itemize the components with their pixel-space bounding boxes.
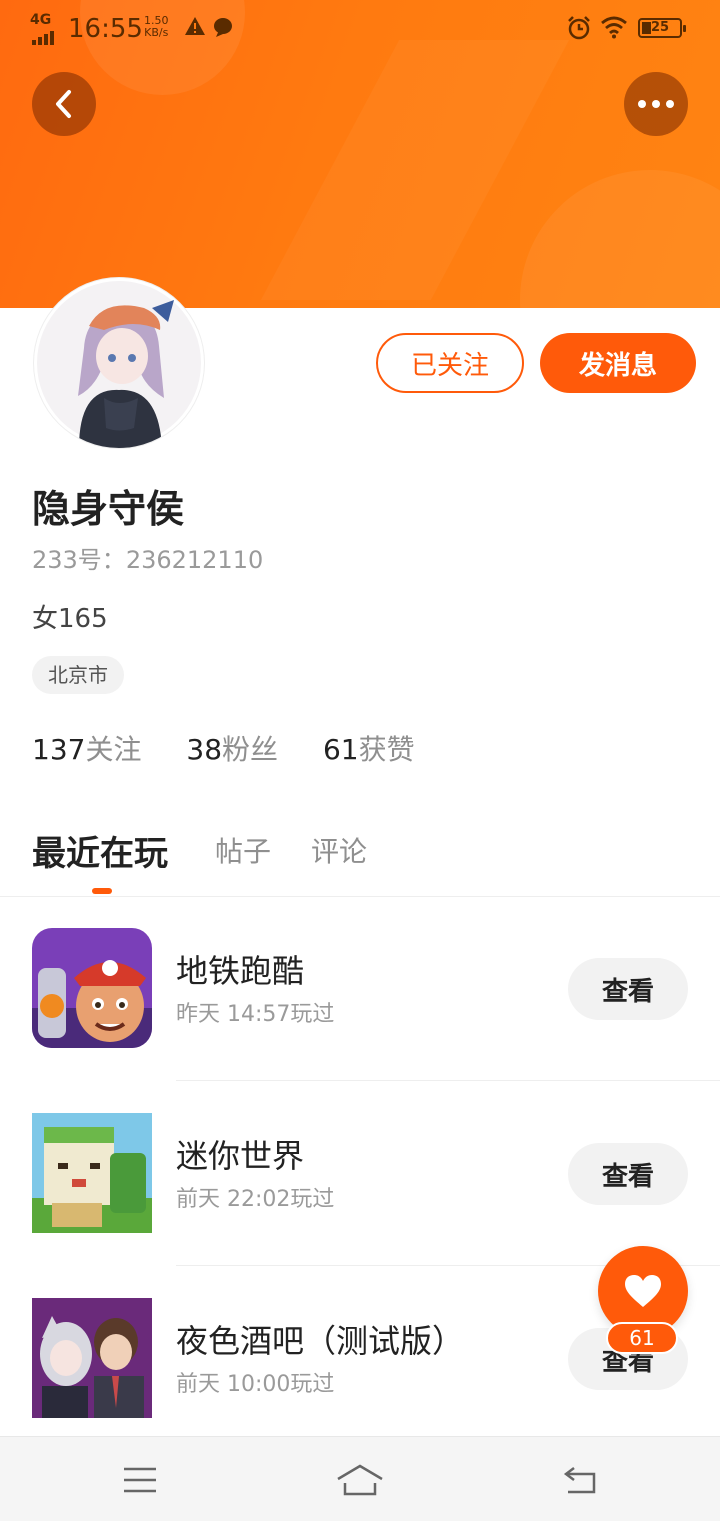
signal-icon	[32, 26, 56, 45]
followed-button[interactable]: 已关注	[376, 333, 524, 393]
tab-indicator	[92, 888, 112, 894]
message-icon	[212, 16, 234, 42]
avatar[interactable]	[34, 278, 204, 448]
tab-posts[interactable]: 帖子	[215, 830, 271, 870]
banner-decoration	[520, 170, 720, 308]
tab-recently-played[interactable]: 最近在玩	[32, 826, 168, 875]
status-bar: 4G 16:55 1.50 KB/s 25	[0, 0, 720, 56]
view-button[interactable]: 查看	[568, 1143, 688, 1205]
tab-comments[interactable]: 评论	[311, 830, 367, 870]
last-played-time: 前天 22:02玩过	[176, 1187, 335, 1212]
back-button[interactable]	[32, 72, 96, 136]
stat-followers[interactable]: 38粉丝	[186, 728, 278, 768]
network-speed: 1.50 KB/s	[144, 14, 169, 39]
system-nav-bar	[0, 1436, 720, 1521]
list-item[interactable]: 地铁跑酷 昨天 14:57玩过 查看	[0, 928, 720, 1113]
warning-icon	[184, 16, 206, 40]
profile-tabs: 最近在玩 帖子 评论	[0, 822, 720, 897]
game-icon-mini-world	[32, 1113, 152, 1233]
stat-following[interactable]: 137关注	[32, 728, 141, 768]
home-button[interactable]	[330, 1455, 390, 1505]
back-icon	[563, 1467, 596, 1494]
like-count-badge: 61	[606, 1322, 678, 1354]
more-options-button[interactable]	[624, 72, 688, 136]
game-icon-night-bar	[32, 1298, 152, 1418]
wifi-icon	[600, 15, 628, 43]
battery-icon: 25	[638, 18, 686, 38]
view-button[interactable]: 查看	[568, 958, 688, 1020]
home-icon	[337, 1464, 383, 1496]
divider	[176, 1080, 720, 1081]
location-tag: 北京市	[32, 656, 124, 694]
last-played-time: 昨天 14:57玩过	[176, 1002, 335, 1027]
chevron-left-icon	[56, 90, 71, 118]
back-nav-button[interactable]	[550, 1455, 610, 1505]
menu-icon	[124, 1467, 156, 1493]
battery-level: 25	[650, 20, 670, 35]
heart-icon	[625, 1275, 661, 1307]
menu-button[interactable]	[110, 1455, 170, 1505]
stat-likes[interactable]: 61获赞	[323, 728, 415, 768]
banner-decoration	[260, 40, 570, 300]
profile-stats: 137关注 38粉丝 61获赞	[32, 728, 451, 768]
game-name: 迷你世界	[176, 1137, 305, 1175]
user-id: 233号：236212110	[32, 546, 264, 574]
game-name: 夜色酒吧（测试版）	[176, 1322, 465, 1360]
username: 隐身守侯	[32, 487, 185, 531]
user-bio: 女165	[32, 604, 108, 634]
game-icon-subway-surfers	[32, 928, 152, 1048]
send-message-button[interactable]: 发消息	[540, 333, 696, 393]
more-dots-icon	[638, 100, 674, 108]
status-time: 16:55	[68, 14, 143, 44]
game-name: 地铁跑酷	[176, 952, 305, 990]
last-played-time: 前天 10:00玩过	[176, 1372, 335, 1397]
profile-header-banner: 4G 16:55 1.50 KB/s 25	[0, 0, 720, 308]
alarm-icon	[566, 15, 592, 45]
